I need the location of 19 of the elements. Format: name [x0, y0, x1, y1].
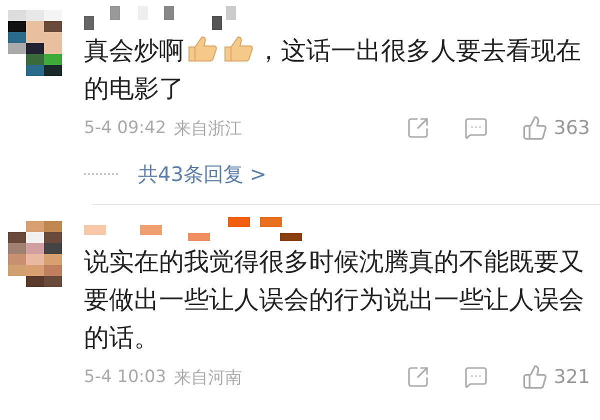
comment-text: ，这话一出很多人要去看现在	[256, 36, 581, 65]
comment-text: 的电影了	[84, 74, 184, 103]
avatar-mosaic	[8, 221, 62, 287]
replies-link[interactable]: 共43条回复 >	[138, 160, 267, 188]
like-icon[interactable]	[522, 115, 548, 141]
comment-icon[interactable]	[464, 116, 488, 140]
comment-text: 真会炒啊	[84, 36, 184, 65]
comment-location: 来自河南	[174, 366, 242, 388]
like-icon[interactable]	[522, 364, 548, 390]
avatar-mosaic	[8, 10, 62, 76]
comment-location: 来自浙江	[174, 118, 242, 140]
share-icon[interactable]	[406, 365, 430, 389]
comment-icon[interactable]	[464, 365, 488, 389]
share-icon[interactable]	[406, 116, 430, 140]
like-count: 363	[554, 117, 590, 139]
comment-time: 5-4 10:03	[84, 367, 166, 387]
comment-time: 5-4 09:42	[84, 118, 166, 138]
like-count: 321	[554, 366, 590, 388]
comment-text: 说实在的我觉得很多时候沈腾真的不能既要又要做出一些让人误会的行为说出一些让人误会的话。	[84, 247, 584, 352]
